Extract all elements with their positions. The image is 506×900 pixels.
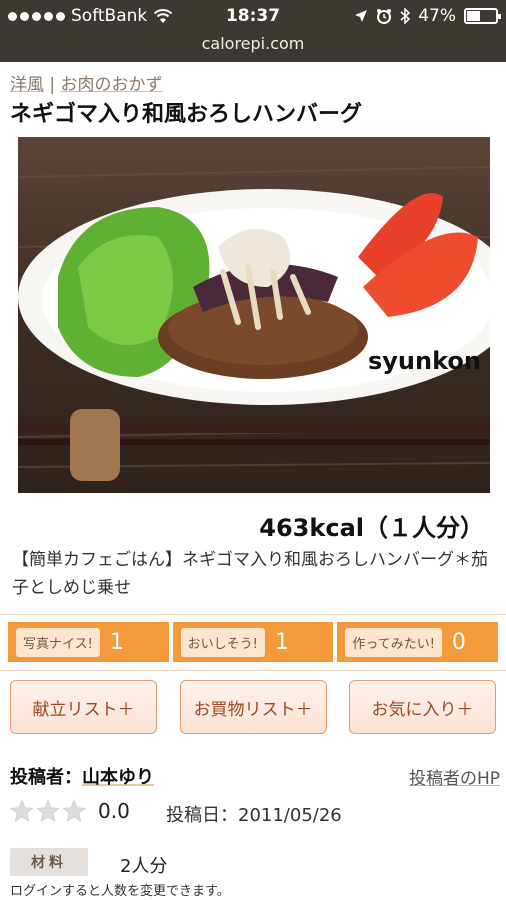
author-label: 投稿者： [10,767,82,788]
status-row: SoftBank 18:37 47% [0,4,506,30]
reaction-looks-tasty: おいしそう! 1 [172,622,334,662]
bluetooth-icon [400,8,411,24]
breadcrumb-separator: | [49,75,56,95]
location-icon [355,10,368,22]
rating: 0.0 [10,799,130,823]
action-buttons: 献立リスト＋ お買物リスト＋ お気に入り＋ [10,680,496,734]
post-date: 投稿日：2011/05/26 [166,805,342,826]
reaction-want-to-make: 作ってみたい! 0 [337,622,499,662]
star-icon [62,799,86,822]
want-to-make-button[interactable]: 作ってみたい! [345,627,442,657]
reaction-bar: 写真ナイス! 1 おいしそう! 1 作ってみたい! 0 [8,622,499,662]
recipe-photo: syunkon [18,137,490,493]
status-icons: 47% [354,6,501,26]
author-name-link[interactable]: 山本ゆり [82,767,154,788]
looks-tasty-button[interactable]: おいしそう! [180,627,265,657]
add-to-shopping-list-button[interactable]: お買物リスト＋ [179,680,327,734]
ingredients-tag: 材料 [10,848,88,876]
photo-watermark: syunkon [368,347,481,375]
breadcrumb-item-meat-dishes[interactable]: お肉のおかず [61,75,163,95]
recipe-description: 【簡単カフェごはん】ネギゴマ入り和風おろしハンバーグ＊茄子としめじ乗せ [12,550,488,598]
login-note: ログインすると人数を変更できます。 [10,884,230,899]
author-homepage-link[interactable]: 投稿者のHP [409,764,500,789]
status-bar: SoftBank 18:37 47% calorepi.com [0,0,506,62]
breadcrumb: 洋風 | お肉のおかず [10,70,163,95]
recipe-title: ネギゴマ入り和風おろしハンバーグ [10,102,363,127]
star-icon [10,799,34,822]
address-bar-url[interactable]: calorepi.com [0,34,506,53]
looks-tasty-count: 1 [274,629,289,655]
battery-icon [464,8,501,24]
want-to-make-count: 0 [451,629,466,655]
add-to-menu-list-button[interactable]: 献立リスト＋ [10,680,157,734]
divider [0,670,506,671]
rating-value: 0.0 [98,799,130,823]
reaction-nice-photo: 写真ナイス! 1 [8,622,169,662]
author: 投稿者：山本ゆり [10,763,154,789]
nice-photo-count: 1 [109,629,124,655]
servings: 2人分 [120,856,168,877]
add-to-favorites-button[interactable]: お気に入り＋ [349,680,496,734]
alarm-icon [377,9,392,24]
battery-percent: 47% [418,6,456,26]
calorie-count: 463kcal（１人分） [259,514,484,542]
breadcrumb-item-western[interactable]: 洋風 [10,75,44,95]
battery-level [467,11,480,21]
divider [0,614,506,615]
star-icon [36,799,60,822]
nice-photo-button[interactable]: 写真ナイス! [16,627,100,657]
